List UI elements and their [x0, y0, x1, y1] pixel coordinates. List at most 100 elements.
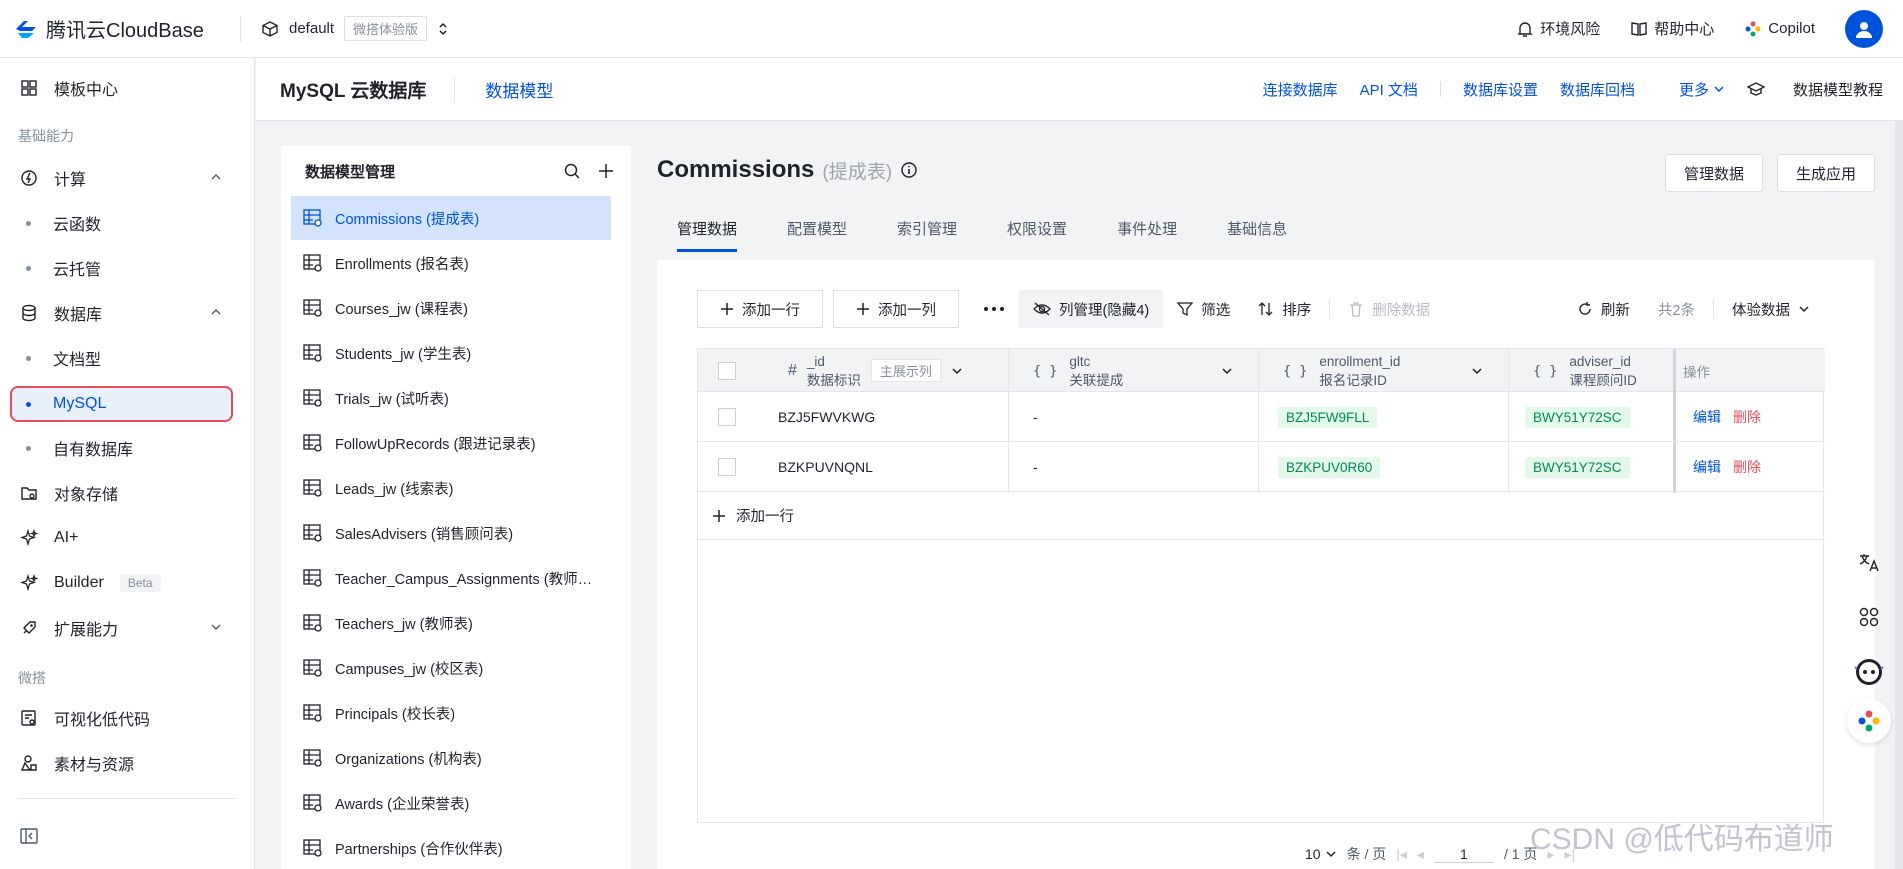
sidebar-item-lowcode[interactable]: 可视化低代码: [0, 698, 255, 738]
search-icon[interactable]: [563, 162, 581, 180]
sidebar-item-extensions[interactable]: 扩展能力: [0, 608, 255, 648]
page-scrollbar[interactable]: [1895, 121, 1903, 869]
copilot-link[interactable]: Copilot: [1744, 20, 1815, 38]
sidebar-group-basic: 基础能力: [18, 128, 74, 144]
edit-link[interactable]: 编辑: [1693, 407, 1721, 427]
sidebar-item-own-db[interactable]: 自有数据库: [0, 428, 255, 468]
model-list-item[interactable]: SalesAdvisers (销售顾问表): [291, 511, 611, 555]
sidebar-item-mysql[interactable]: MySQL: [10, 386, 233, 422]
column-header-enrollment[interactable]: { } enrollment_id 报名记录ID: [1283, 349, 1483, 392]
tab-data-model[interactable]: 数据模型: [455, 77, 553, 102]
tab-index[interactable]: 索引管理: [897, 218, 957, 252]
sidebar-item-ai[interactable]: AI+: [0, 518, 255, 558]
env-risk-link[interactable]: 环境风险: [1516, 18, 1600, 39]
plus-icon[interactable]: [597, 162, 615, 180]
cell-enrollment-tag[interactable]: BZJ5FW9FLL: [1278, 406, 1378, 428]
model-list-item[interactable]: Teachers_jw (教师表): [291, 601, 611, 645]
model-list-item[interactable]: Awards (企业荣誉表): [291, 781, 611, 825]
sidebar-item-compute[interactable]: 计算: [0, 158, 255, 198]
sidebar-item-cloud-function[interactable]: 云函数: [0, 203, 255, 243]
tab-permissions[interactable]: 权限设置: [1007, 218, 1067, 252]
db-settings-link[interactable]: 数据库设置: [1463, 79, 1538, 100]
delete-link[interactable]: 删除: [1733, 407, 1761, 427]
connect-db-link[interactable]: 连接数据库: [1263, 79, 1338, 100]
more-actions-icon[interactable]: [969, 290, 1019, 328]
edit-link[interactable]: 编辑: [1693, 457, 1721, 477]
model-list-item[interactable]: Commissions (提成表): [291, 196, 611, 240]
more-dropdown[interactable]: 更多: [1657, 79, 1725, 100]
model-list-item[interactable]: Partnerships (合作伙伴表): [291, 826, 611, 869]
help-center-link[interactable]: 帮助中心: [1630, 18, 1714, 39]
prev-page-icon[interactable]: ◂: [1417, 846, 1424, 863]
brand-logo[interactable]: 腾讯云CloudBase: [0, 14, 240, 43]
tab-manage-data[interactable]: 管理数据: [677, 218, 738, 252]
add-row-label: 添加一行: [742, 302, 800, 319]
add-column-button[interactable]: 添加一列: [833, 290, 959, 328]
info-icon[interactable]: [900, 161, 918, 179]
refresh-button[interactable]: 刷新: [1563, 290, 1644, 328]
model-list-label: Enrollments (报名表): [335, 256, 469, 273]
page-size-select[interactable]: 10: [1305, 846, 1337, 862]
model-list-item[interactable]: Enrollments (报名表): [291, 241, 611, 285]
first-page-icon[interactable]: |◂: [1396, 846, 1407, 863]
filter-button[interactable]: 筛选: [1163, 290, 1244, 328]
cube-icon: [262, 20, 278, 37]
sidebar-item-label: 可视化低代码: [54, 712, 151, 729]
model-list-item[interactable]: FollowUpRecords (跟进记录表): [291, 421, 611, 465]
add-row-button[interactable]: 添加一行: [697, 290, 823, 328]
row-checkbox[interactable]: [718, 458, 736, 476]
table-row[interactable]: BZKPUVNQNL - BZKPUV0R60 BWY51Y72SC 编辑 删除: [698, 442, 1825, 492]
table-model-icon: [303, 569, 322, 587]
row-checkbox[interactable]: [718, 408, 736, 426]
cell-adviser-tag[interactable]: BWY51Y72SC: [1525, 456, 1630, 478]
page-input[interactable]: 1: [1433, 846, 1494, 863]
avatar[interactable]: [1845, 9, 1883, 48]
model-list-item[interactable]: Trials_jw (试听表): [291, 376, 611, 420]
model-list-item[interactable]: Campuses_jw (校区表): [291, 646, 611, 690]
translate-icon[interactable]: [1847, 540, 1891, 584]
tutorial-link[interactable]: 数据模型教程: [1746, 79, 1883, 100]
env-selector[interactable]: default 微搭体验版: [241, 16, 449, 41]
sidebar-item-assets[interactable]: 素材与资源: [0, 743, 255, 783]
sidebar-item-cloud-hosting[interactable]: 云托管: [0, 248, 255, 288]
sidebar-item-template-center[interactable]: 模板中心: [0, 68, 255, 108]
tab-basic-info[interactable]: 基础信息: [1227, 218, 1287, 252]
sort-button[interactable]: 排序: [1244, 290, 1325, 328]
manage-data-button[interactable]: 管理数据: [1664, 154, 1763, 192]
sidebar-item-database[interactable]: 数据库: [0, 293, 255, 333]
cell-adviser-tag[interactable]: BWY51Y72SC: [1525, 406, 1630, 428]
model-list-item[interactable]: Organizations (机构表): [291, 736, 611, 780]
refresh-icon: [1579, 302, 1591, 315]
model-list-item[interactable]: Students_jw (学生表): [291, 331, 611, 375]
collapse-sidebar-icon[interactable]: [20, 828, 38, 849]
filter-icon: [1177, 302, 1194, 317]
column-header-gltc[interactable]: { } gltc 关联提成: [1033, 349, 1233, 392]
column-label: 关联提成: [1069, 372, 1124, 388]
select-all-checkbox[interactable]: [718, 361, 736, 380]
column-header-adviser[interactable]: { } adviser_id 课程顾问ID: [1533, 349, 1637, 392]
sidebar-item-object-storage[interactable]: 对象存储: [0, 473, 255, 513]
generate-app-button[interactable]: 生成应用: [1776, 154, 1875, 192]
model-list-item[interactable]: Teacher_Campus_Assignments (教师…: [291, 556, 611, 600]
model-title: Commissions (提成表): [657, 156, 918, 184]
sidebar-item-doc-db[interactable]: 文档型: [0, 338, 255, 378]
apps-icon[interactable]: [1847, 595, 1891, 639]
sidebar-item-builder[interactable]: Builder Beta: [0, 563, 255, 603]
tab-config-model[interactable]: 配置模型: [787, 218, 847, 252]
db-rollback-link[interactable]: 数据库回档: [1560, 79, 1635, 100]
delete-data-button[interactable]: 删除数据: [1334, 290, 1444, 328]
assistant-bot-icon[interactable]: [1847, 650, 1891, 694]
cell-enrollment-tag[interactable]: BZKPUV0R60: [1278, 456, 1381, 478]
add-row-inline[interactable]: 添加一行: [698, 492, 1825, 540]
data-env-select[interactable]: 体验数据: [1718, 290, 1824, 328]
tab-events[interactable]: 事件处理: [1117, 218, 1177, 252]
delete-link[interactable]: 删除: [1733, 457, 1761, 477]
column-manage-button[interactable]: 列管理(隐藏4): [1019, 290, 1164, 328]
model-list-item[interactable]: Principals (校长表): [291, 691, 611, 735]
column-header-id[interactable]: # _id 数据标识 主展示列: [788, 349, 963, 392]
model-list-item[interactable]: Leads_jw (线索表): [291, 466, 611, 510]
copilot-float-icon[interactable]: [1847, 699, 1891, 743]
api-doc-link[interactable]: API 文档: [1360, 79, 1418, 100]
table-row[interactable]: BZJ5FWVKWG - BZJ5FW9FLL BWY51Y72SC 编辑 删除: [698, 392, 1825, 442]
model-list-item[interactable]: Courses_jw (课程表): [291, 286, 611, 330]
